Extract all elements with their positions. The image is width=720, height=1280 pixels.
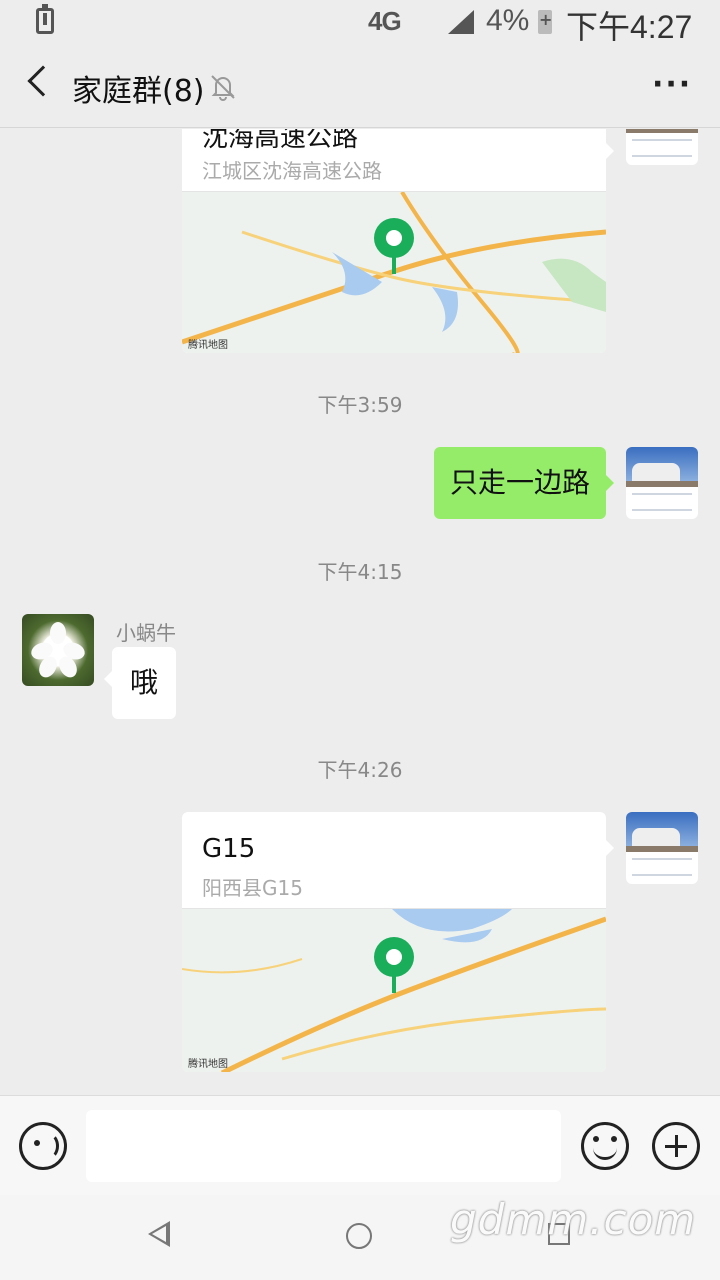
nav-home-icon[interactable] [346, 1223, 372, 1249]
input-bar [0, 1095, 720, 1195]
chat-title: 家庭群(8) [72, 74, 205, 109]
sender-name: 小蜗牛 [116, 621, 176, 645]
avatar[interactable] [626, 812, 698, 884]
location-address: 江城区沈海高速公路 [202, 159, 382, 183]
location-name: G15 [202, 834, 256, 864]
location-map: 腾讯地图 [182, 908, 606, 1072]
location-address: 阳西县G15 [202, 876, 303, 900]
network-type: 4G [368, 6, 402, 36]
plus-icon[interactable] [652, 1122, 700, 1170]
location-map: 腾讯地图 [182, 191, 606, 353]
location-card[interactable]: G15 阳西县G15 腾讯地图 [182, 812, 606, 1072]
message-bubble-other[interactable]: 哦 [112, 647, 176, 719]
map-pin-stem [392, 256, 396, 274]
location-card[interactable]: 沈海高速公路 江城区沈海高速公路 腾讯地图 [182, 129, 606, 353]
watermark: gdmm.com [450, 1195, 697, 1244]
system-nav-bar: gdmm.com [0, 1195, 720, 1280]
mute-bell-icon [211, 75, 235, 101]
avatar[interactable] [626, 447, 698, 519]
more-options-button[interactable]: ··· [652, 70, 692, 100]
message-list[interactable]: 沈海高速公路 江城区沈海高速公路 腾讯地图 下午3:59 只走一边路 下午4:1… [0, 129, 720, 1095]
map-attribution: 腾讯地图 [188, 340, 228, 351]
chat-header: 家庭群(8) ··· [0, 44, 720, 128]
battery-alert-icon [36, 4, 54, 34]
map-pin-icon [374, 937, 414, 977]
avatar[interactable] [626, 129, 698, 165]
back-arrow-icon[interactable] [27, 65, 59, 97]
clock: 下午4:27 [566, 9, 693, 45]
bubble-tail [606, 840, 614, 856]
message-bubble-self[interactable]: 只走一边路 [433, 447, 606, 519]
location-name: 沈海高速公路 [202, 129, 359, 153]
voice-input-icon[interactable] [19, 1122, 67, 1170]
status-bar: 4G 4% 下午4:27 [0, 0, 720, 45]
map-pin-stem [392, 975, 396, 993]
signal-icon [448, 10, 474, 34]
nav-back-icon[interactable] [148, 1221, 170, 1247]
battery-icon [538, 10, 552, 34]
bubble-tail [104, 671, 112, 687]
bubble-tail [606, 475, 614, 491]
battery-percent: 4% [486, 4, 530, 37]
map-attribution: 腾讯地图 [188, 1059, 228, 1070]
timestamp: 下午3:59 [317, 393, 403, 417]
map-pin-icon [374, 218, 414, 258]
emoji-icon[interactable] [581, 1122, 629, 1170]
avatar[interactable] [22, 614, 94, 686]
timestamp: 下午4:15 [317, 560, 403, 584]
bubble-tail [606, 143, 614, 159]
timestamp: 下午4:26 [317, 758, 403, 782]
message-input[interactable] [86, 1110, 561, 1182]
